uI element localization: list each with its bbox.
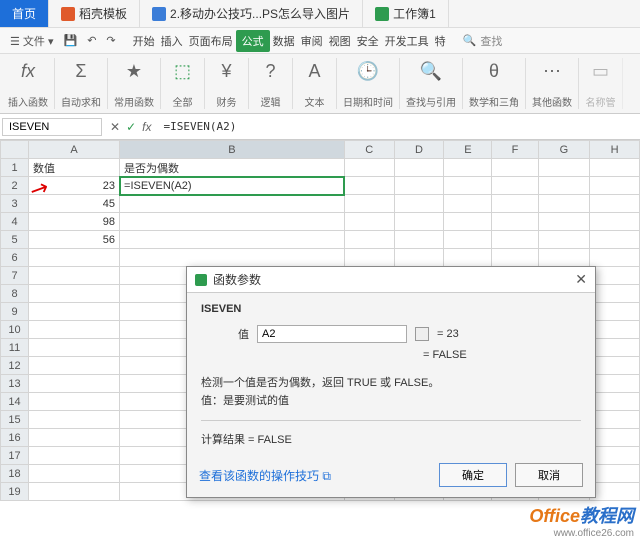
word-icon	[152, 7, 166, 21]
wps-icon	[61, 7, 75, 21]
dialog-title: 函数参数	[213, 271, 261, 288]
qa-redo[interactable]: ↷	[102, 32, 119, 49]
cell[interactable]: 是否为偶数	[120, 159, 345, 177]
name-box[interactable]	[2, 118, 102, 136]
fx-accept-icon[interactable]: ✓	[126, 120, 136, 134]
help-link[interactable]: 查看该函数的操作技巧 ⧉	[199, 467, 331, 484]
file-menu[interactable]: ☰ 文件 ▾	[6, 31, 58, 51]
app-icon	[195, 274, 207, 286]
function-args-dialog: 函数参数 ✕ ISEVEN 值 = 23 = FALSE 检测一个值是否为偶数，…	[186, 266, 596, 498]
function-name: ISEVEN	[201, 303, 581, 315]
row-header[interactable]: 2	[1, 177, 29, 195]
rtab-view[interactable]: 视图	[326, 30, 354, 52]
cell-active[interactable]: =ISEVEN(A2)	[120, 177, 345, 195]
col-header[interactable]: H	[590, 141, 640, 159]
btn-datetime[interactable]: 🕒日期和时间	[337, 58, 400, 109]
rtab-layout[interactable]: 页面布局	[186, 30, 236, 52]
btn-math[interactable]: θ数学和三角	[463, 58, 526, 109]
arg-eval: = 23	[437, 328, 459, 340]
rtab-security[interactable]: 安全	[354, 30, 382, 52]
btn-common[interactable]: ★常用函数	[108, 58, 161, 109]
btn-all[interactable]: ⬚全部	[161, 58, 205, 109]
function-desc: 检测一个值是否为偶数，返回 TRUE 或 FALSE。	[201, 375, 581, 393]
btn-other[interactable]: ⋯其他函数	[526, 58, 579, 109]
ribbon-tabs: 开始 插入 页面布局 公式 数据 审阅 视图 安全 开发工具 特	[130, 30, 449, 52]
formula-bar: ✕ ✓ fx =ISEVEN(A2)	[0, 114, 640, 140]
select-all-corner[interactable]	[1, 141, 29, 159]
fx-cancel-icon[interactable]: ✕	[110, 120, 120, 134]
rtab-more[interactable]: 特	[432, 30, 449, 52]
arg-desc: 值：是要测试的值	[201, 393, 581, 411]
document-tabs: 首页 稻壳模板 2.移动办公技巧...PS怎么导入图片 工作簿1	[0, 0, 640, 28]
formula-input[interactable]: =ISEVEN(A2)	[157, 118, 640, 135]
range-picker-icon[interactable]	[415, 327, 429, 341]
ribbon-row: ☰ 文件 ▾ 💾 ↶ ↷ 开始 插入 页面布局 公式 数据 审阅 视图 安全 开…	[0, 28, 640, 54]
col-header[interactable]: A	[29, 141, 120, 159]
col-header[interactable]: G	[538, 141, 590, 159]
rtab-data[interactable]: 数据	[270, 30, 298, 52]
calc-result: 计算结果 = FALSE	[201, 431, 581, 447]
btn-finance[interactable]: ¥财务	[205, 58, 249, 109]
row-header[interactable]: 1	[1, 159, 29, 177]
tab-label: 2.移动办公技巧...PS怎么导入图片	[170, 5, 350, 22]
formula-toolbar: fx插入函数 Σ自动求和 ★常用函数 ⬚全部 ¥财务 ?逻辑 A文本 🕒日期和时…	[0, 54, 640, 114]
ok-button[interactable]: 确定	[439, 463, 507, 487]
btn-logic[interactable]: ?逻辑	[249, 58, 293, 109]
btn-insert-fn[interactable]: fx插入函数	[2, 58, 55, 109]
watermark: Office教程网 www.office26.com	[529, 502, 634, 539]
sheet-icon	[375, 7, 389, 21]
close-icon[interactable]: ✕	[575, 271, 587, 288]
btn-names[interactable]: ▭名称管	[579, 58, 623, 109]
arg-input[interactable]	[257, 325, 407, 343]
cancel-button[interactable]: 取消	[515, 463, 583, 487]
btn-autosum[interactable]: Σ自动求和	[55, 58, 108, 109]
rtab-formula[interactable]: 公式	[236, 30, 270, 52]
rtab-review[interactable]: 审阅	[298, 30, 326, 52]
tab-workbook[interactable]: 工作簿1	[363, 0, 449, 27]
fx-icon[interactable]: fx	[142, 120, 151, 134]
btn-text[interactable]: A文本	[293, 58, 337, 109]
cell[interactable]: 数值	[29, 159, 120, 177]
cell[interactable]: 98	[29, 213, 120, 231]
btn-lookup[interactable]: 🔍查找与引用	[400, 58, 463, 109]
ribbon-search[interactable]: 🔍 查找	[463, 33, 503, 49]
col-header[interactable]: F	[492, 141, 538, 159]
qa-save[interactable]: 💾	[60, 32, 82, 49]
tab-label: 工作簿1	[393, 5, 436, 22]
rtab-insert[interactable]: 插入	[158, 30, 186, 52]
tab-doc2[interactable]: 2.移动办公技巧...PS怎么导入图片	[140, 0, 363, 27]
rtab-dev[interactable]: 开发工具	[382, 30, 432, 52]
function-result: = FALSE	[423, 349, 581, 361]
tab-templates[interactable]: 稻壳模板	[49, 0, 140, 27]
tab-home[interactable]: 首页	[0, 0, 49, 27]
col-header[interactable]: D	[394, 141, 444, 159]
col-header[interactable]: C	[344, 141, 394, 159]
row-header[interactable]: 3	[1, 195, 29, 213]
arg-label: 值	[201, 326, 249, 342]
row-header[interactable]: 5	[1, 231, 29, 249]
qa-undo[interactable]: ↶	[83, 32, 100, 49]
cell[interactable]: 56	[29, 231, 120, 249]
col-header[interactable]: E	[444, 141, 492, 159]
rtab-start[interactable]: 开始	[130, 30, 158, 52]
row-header[interactable]: 4	[1, 213, 29, 231]
tab-label: 稻壳模板	[79, 5, 127, 22]
dialog-titlebar[interactable]: 函数参数 ✕	[187, 267, 595, 293]
col-header[interactable]: B	[120, 141, 345, 159]
